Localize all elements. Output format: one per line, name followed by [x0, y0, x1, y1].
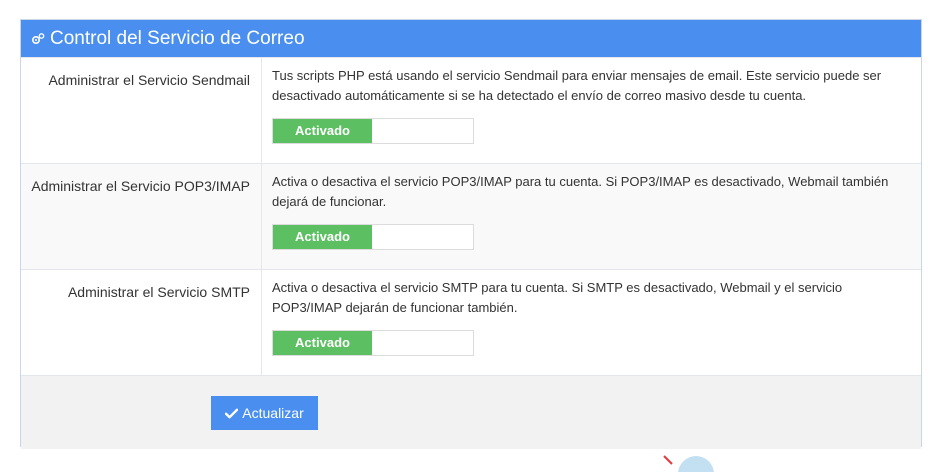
panel-header: Control del Servicio de Correo: [21, 20, 921, 57]
update-button-label: Actualizar: [242, 405, 304, 421]
service-description: Activa o desactiva el servicio POP3/IMAP…: [272, 174, 889, 209]
service-label: Administrar el Servicio POP3/IMAP: [21, 164, 262, 269]
sendmail-toggle[interactable]: Activado: [272, 118, 474, 144]
toggle-on-label: Activado: [273, 225, 372, 249]
check-icon: [225, 408, 239, 418]
toggle-on-label: Activado: [273, 119, 372, 143]
service-label: Administrar el Servicio Sendmail: [21, 58, 262, 163]
service-description: Activa o desactiva el servicio SMTP para…: [272, 280, 843, 315]
service-row-smtp: Administrar el Servicio SMTP Activa o de…: [21, 269, 921, 375]
toggle-on-label: Activado: [273, 331, 372, 355]
panel-title: Control del Servicio de Correo: [50, 27, 305, 49]
service-value-cell: Tus scripts PHP está usando el servicio …: [262, 58, 921, 163]
update-button[interactable]: Actualizar: [211, 396, 318, 430]
service-row-pop3-imap: Administrar el Servicio POP3/IMAP Activa…: [21, 163, 921, 269]
smtp-toggle[interactable]: Activado: [272, 330, 474, 356]
panel-footer: Actualizar: [21, 375, 921, 449]
pop3-imap-toggle[interactable]: Activado: [272, 224, 474, 250]
mail-service-panel: Control del Servicio de Correo Administr…: [20, 19, 922, 449]
service-value-cell: Activa o desactiva el servicio POP3/IMAP…: [262, 164, 921, 269]
service-value-cell: Activa o desactiva el servicio SMTP para…: [262, 270, 921, 375]
partial-bubble-icon: [663, 455, 714, 472]
gears-icon: [31, 32, 45, 44]
service-label: Administrar el Servicio SMTP: [21, 270, 262, 375]
service-row-sendmail: Administrar el Servicio Sendmail Tus scr…: [21, 57, 921, 163]
service-description: Tus scripts PHP está usando el servicio …: [272, 68, 882, 103]
